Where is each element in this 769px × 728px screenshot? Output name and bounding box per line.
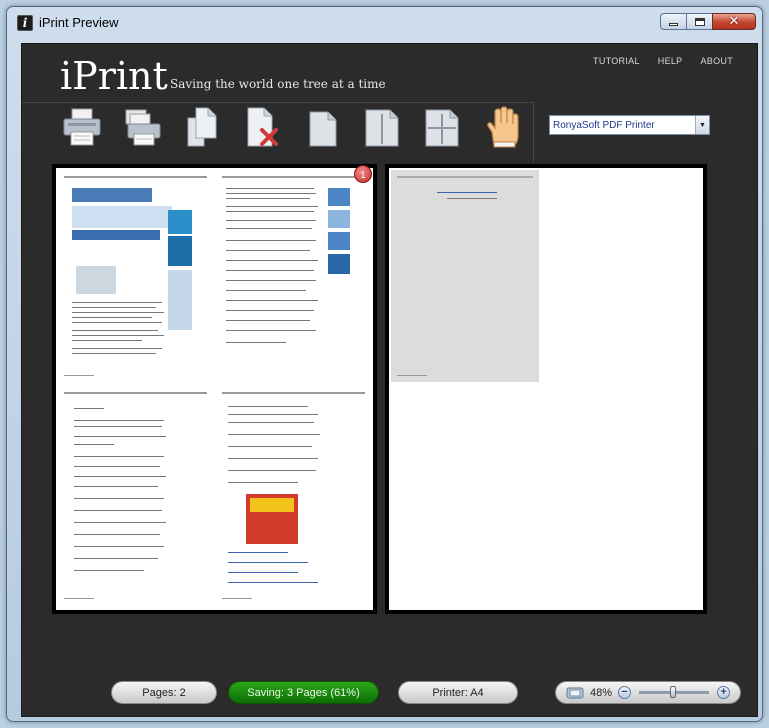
page-thumbnail (216, 170, 371, 382)
maximize-button[interactable] (686, 13, 712, 30)
brand-logo: iPrint (60, 54, 168, 98)
print-button[interactable] (62, 106, 102, 148)
layout-four-up-icon (425, 109, 459, 147)
minimize-button[interactable] (660, 13, 686, 30)
nav-about[interactable]: ABOUT (700, 56, 733, 66)
preview-page-1[interactable]: 1 (52, 164, 377, 614)
zoom-out-button[interactable]: − (618, 686, 632, 699)
printer-icon (63, 108, 101, 146)
title-bar[interactable]: i iPrint Preview ✕ (7, 7, 762, 37)
nav-help[interactable]: HELP (658, 56, 683, 66)
hand-pan-icon (487, 106, 519, 148)
delete-page-button[interactable] (242, 106, 282, 148)
app-icon: i (17, 15, 33, 31)
view-icon[interactable] (566, 686, 584, 700)
layout-four-up-button[interactable] (422, 106, 462, 148)
page-thumbnail (58, 386, 213, 606)
app-window: i iPrint Preview ✕ iPrint Saving the wor… (6, 6, 763, 722)
minimize-icon (669, 23, 678, 26)
page-sheet (56, 168, 373, 610)
chevron-down-icon[interactable]: ▼ (695, 116, 709, 134)
zoom-slider[interactable] (639, 686, 710, 698)
page-sheet (389, 168, 703, 610)
copy-pages-icon (187, 107, 217, 147)
zoom-in-button[interactable]: + (717, 686, 731, 699)
toolbar (62, 106, 522, 148)
preview-page-2[interactable] (385, 164, 707, 614)
layout-two-up-button[interactable] (362, 106, 402, 148)
pages-count: Pages: 2 (111, 681, 217, 704)
layout-two-column-icon (365, 109, 399, 147)
page-number-badge[interactable]: 1 (354, 165, 372, 183)
maximize-icon (694, 17, 705, 26)
zoom-level: 48% (590, 686, 613, 699)
page-thumbnail (58, 170, 213, 382)
close-icon: ✕ (728, 14, 740, 29)
zoom-control: 48% − + (555, 681, 741, 704)
window-title: iPrint Preview (39, 15, 119, 30)
top-nav: TUTORIAL HELP ABOUT (593, 56, 733, 66)
layout-single-icon (309, 111, 337, 147)
printer-select-value: RonyaSoft PDF Printer (553, 119, 655, 131)
toolbar-divider-vertical (533, 102, 534, 162)
saving-indicator: Saving: 3 Pages (61%) (228, 681, 379, 704)
pan-tool-button[interactable] (482, 106, 522, 148)
copy-pages-button[interactable] (182, 106, 222, 148)
close-button[interactable]: ✕ (712, 13, 756, 30)
printer-select[interactable]: RonyaSoft PDF Printer ▼ (549, 115, 710, 135)
printer-paper-size: Printer: A4 (398, 681, 518, 704)
client-area: iPrint Saving the world one tree at a ti… (21, 43, 758, 717)
print-multiple-icon (125, 109, 161, 146)
toolbar-divider (22, 102, 533, 103)
page-thumbnail (391, 170, 539, 382)
print-multiple-button[interactable] (122, 106, 162, 148)
page-thumbnail (216, 386, 371, 606)
layout-single-button[interactable] (302, 106, 342, 148)
zoom-slider-thumb[interactable] (669, 686, 676, 698)
delete-page-icon (247, 107, 278, 147)
tagline: Saving the world one tree at a time (170, 77, 386, 91)
nav-tutorial[interactable]: TUTORIAL (593, 56, 640, 66)
